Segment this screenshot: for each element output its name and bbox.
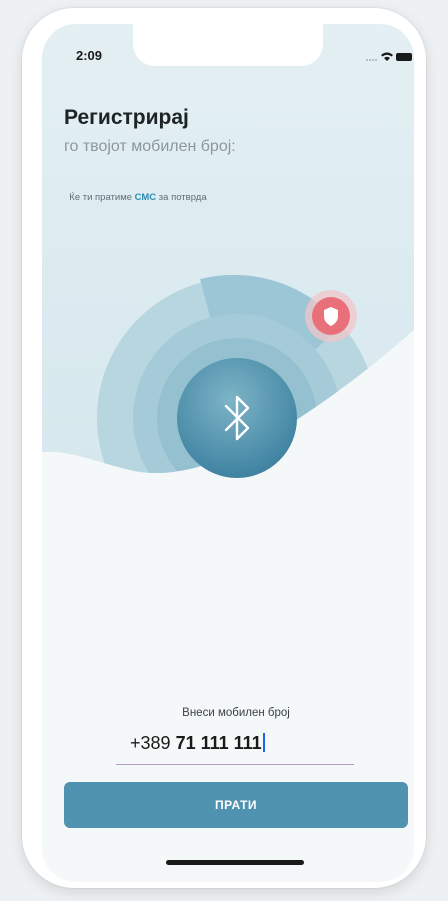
battery-icon	[396, 53, 412, 61]
device-notch	[133, 24, 323, 66]
sms-note-highlight: СМС	[134, 192, 157, 203]
phone-number-value: 71 111 111	[175, 733, 262, 753]
status-icons	[366, 52, 412, 61]
page-title: Регистрирај	[64, 106, 189, 129]
signal-icon	[366, 59, 377, 61]
phone-input[interactable]: +389 71 111 111	[116, 729, 354, 765]
illustration	[97, 274, 377, 478]
country-code: +389	[130, 733, 171, 753]
sms-note-suffix: за потврда	[156, 192, 207, 203]
home-indicator	[166, 860, 304, 865]
sms-note-prefix: Ќе ти пратиме	[69, 192, 135, 203]
page-subtitle: го твојот мобилен број:	[64, 138, 236, 155]
send-button[interactable]: ПРАТИ	[64, 782, 408, 828]
wifi-icon	[381, 52, 393, 61]
text-caret	[262, 733, 265, 752]
sms-note: Ќе ти пратиме СМС за потврда	[64, 181, 207, 203]
status-time: 2:09	[76, 48, 103, 63]
phone-input-label: Внеси мобилен број	[182, 707, 290, 719]
